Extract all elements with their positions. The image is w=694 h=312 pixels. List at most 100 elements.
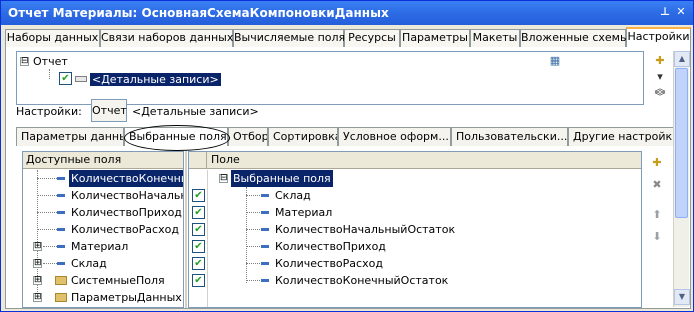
scrollbar-thumb[interactable] [675,68,688,218]
field-checkbox[interactable]: ✔ [192,257,205,270]
settings-label: Настройки: [16,105,82,118]
pin-icon[interactable]: ⊥ [658,5,672,19]
collapse-icon[interactable]: ⊟ [20,57,29,66]
scroll-up-icon[interactable]: ▲ [674,51,690,67]
subtab-sorting[interactable]: Сортировка [268,127,338,146]
available-fields-list[interactable]: Доступные поля КоличествоКонечныйОстаток… [22,151,184,308]
available-field-label: СистемныеПоля [71,274,165,287]
settings-panel: ⊟ Отчет ✔ <Детальные записи> ▦ ✚ ▾ ︽ ︾ Н… [5,47,691,309]
field-icon [261,245,269,248]
available-field-label: КоличествоНачальныйОстаток [71,189,183,202]
selected-root-label: Выбранные поля [231,170,333,187]
table-row[interactable]: ✔ КоличествоКонечныйОстаток [189,272,629,289]
list-item[interactable]: ⊞ СистемныеПоля [23,272,183,289]
settings-report-button[interactable]: Отчет [91,99,127,122]
expand-icon[interactable]: ⊞ [33,259,42,268]
field-checkbox[interactable]: ✔ [192,223,205,236]
move-up-icon[interactable]: ⬆ [649,207,665,223]
subtab-data-parameters[interactable]: Параметры данных [16,127,124,146]
selected-field-label: Склад [275,189,311,202]
table-row[interactable]: ✔ КоличествоРасход [189,255,629,272]
expand-icon[interactable]: ⊞ [33,242,42,251]
selected-field-label: КоличествоПриход [275,240,386,253]
grid-icon[interactable]: ▦ [547,53,563,69]
table-row[interactable]: ✔ КоличествоНачальныйОстаток [189,221,629,238]
list-item[interactable]: КоличествоПриход [23,204,183,221]
expand-icon[interactable]: ⊞ [33,293,42,302]
field-checkbox[interactable]: ✔ [192,189,205,202]
subtab-filter[interactable]: Отбор [228,127,268,146]
field-icon [261,262,269,265]
tab-settings[interactable]: Настройки [626,27,691,48]
available-field-label: КоличествоРасход [71,223,179,236]
structure-root[interactable]: Отчет [33,55,68,69]
available-fields-header: Доступные поля [23,152,183,169]
selected-field-label: КоличествоКонечныйОстаток [275,274,449,287]
settings-subtabs: Параметры данных Выбранные поля Отбор Со… [16,127,686,146]
tab-parameters[interactable]: Параметры [400,29,470,47]
move-down-icon[interactable]: ⬇ [649,229,665,245]
subtab-user-fields[interactable]: Пользовательски... [451,127,568,146]
field-icon [261,279,269,282]
tab-resources[interactable]: Ресурсы [344,29,400,47]
selected-fields-table[interactable]: Поле ⊟ Выбранные поля ✔ Склад ✔ Материал [188,151,642,308]
add-field-icon[interactable]: ✚ [649,155,665,171]
list-item[interactable]: ⊞ Склад [23,255,183,272]
selected-root-row[interactable]: ⊟ Выбранные поля [209,170,609,187]
selected-field-label: КоличествоНачальныйОстаток [275,223,456,236]
table-row[interactable]: ✔ КоличествоПриход [189,238,629,255]
selected-fields-header: Поле [189,152,641,169]
detail-records-node[interactable]: <Детальные записи> [90,73,221,87]
tab-calculated-fields[interactable]: Вычисляемые поля [233,29,345,47]
expand-down-icon[interactable]: ︾ [652,89,668,105]
field-icon [57,194,65,197]
subtab-selected-fields[interactable]: Выбранные поля [124,127,228,146]
add-grouping-icon[interactable]: ✚ [652,53,668,69]
tab-data-set-links[interactable]: Связи наборов данных [100,29,233,47]
field-icon [261,228,269,231]
settings-current-node: <Детальные записи> [132,105,259,118]
detail-records-checkbox[interactable]: ✔ [59,72,72,85]
field-icon [57,245,65,248]
list-item[interactable]: КоличествоНачальныйОстаток [23,187,183,204]
list-item[interactable]: ⊞ Материал [23,238,183,255]
available-field-label: Склад [71,257,107,270]
report-settings-window: Отчет Материалы: ОсновнаяСхемаКомпоновки… [0,0,694,312]
list-item[interactable]: КоличествоКонечныйОстаток [23,170,183,187]
subtab-other-settings[interactable]: Другие настройки [568,127,686,146]
collapse-icon[interactable]: ⊟ [219,174,228,183]
selected-field-label: Материал [275,206,333,219]
close-icon[interactable]: ✕ [674,5,688,19]
list-item[interactable]: КоличествоРасход [23,221,183,238]
list-item[interactable]: ⊞ ПараметрыДанных [23,289,183,306]
available-field-label: КоличествоКонечныйОстаток [69,170,183,187]
field-checkbox[interactable]: ✔ [192,240,205,253]
field-icon [57,262,65,265]
available-field-label: ПараметрыДанных [71,291,182,304]
available-field-label: КоличествоПриход [71,206,182,219]
field-column-header: Поле [211,153,240,166]
table-row[interactable]: ✔ Материал [189,204,629,221]
tree-connector [49,69,50,79]
field-icon [261,211,269,214]
tab-templates[interactable]: Макеты [470,29,520,47]
title-bar[interactable]: Отчет Материалы: ОсновнаяСхемаКомпоновки… [1,1,693,25]
window-title: Отчет Материалы: ОсновнаяСхемаКомпоновки… [8,6,389,20]
main-tabs: Наборы данных Связи наборов данных Вычис… [5,27,691,48]
panel-splitter[interactable] [185,151,187,308]
selected-field-label: КоличествоРасход [275,257,383,270]
subtab-conditional-format[interactable]: Условное оформ... [338,127,451,146]
vertical-scrollbar[interactable]: ▲ ▼ [673,51,690,307]
grouping-icon [75,76,87,82]
expand-icon[interactable]: ⊞ [33,276,42,285]
structure-tree: ⊟ Отчет ✔ <Детальные записи> ▦ [16,51,644,105]
table-row[interactable]: ✔ Склад [189,187,629,204]
field-checkbox[interactable]: ✔ [192,274,205,287]
field-icon [261,194,269,197]
scroll-down-icon[interactable]: ▼ [674,289,690,305]
delete-field-icon[interactable]: ✖ [649,177,665,193]
field-icon [57,211,65,214]
tab-data-sets[interactable]: Наборы данных [5,29,100,47]
tab-nested-schemas[interactable]: Вложенные схемы [520,29,629,47]
field-checkbox[interactable]: ✔ [192,206,205,219]
